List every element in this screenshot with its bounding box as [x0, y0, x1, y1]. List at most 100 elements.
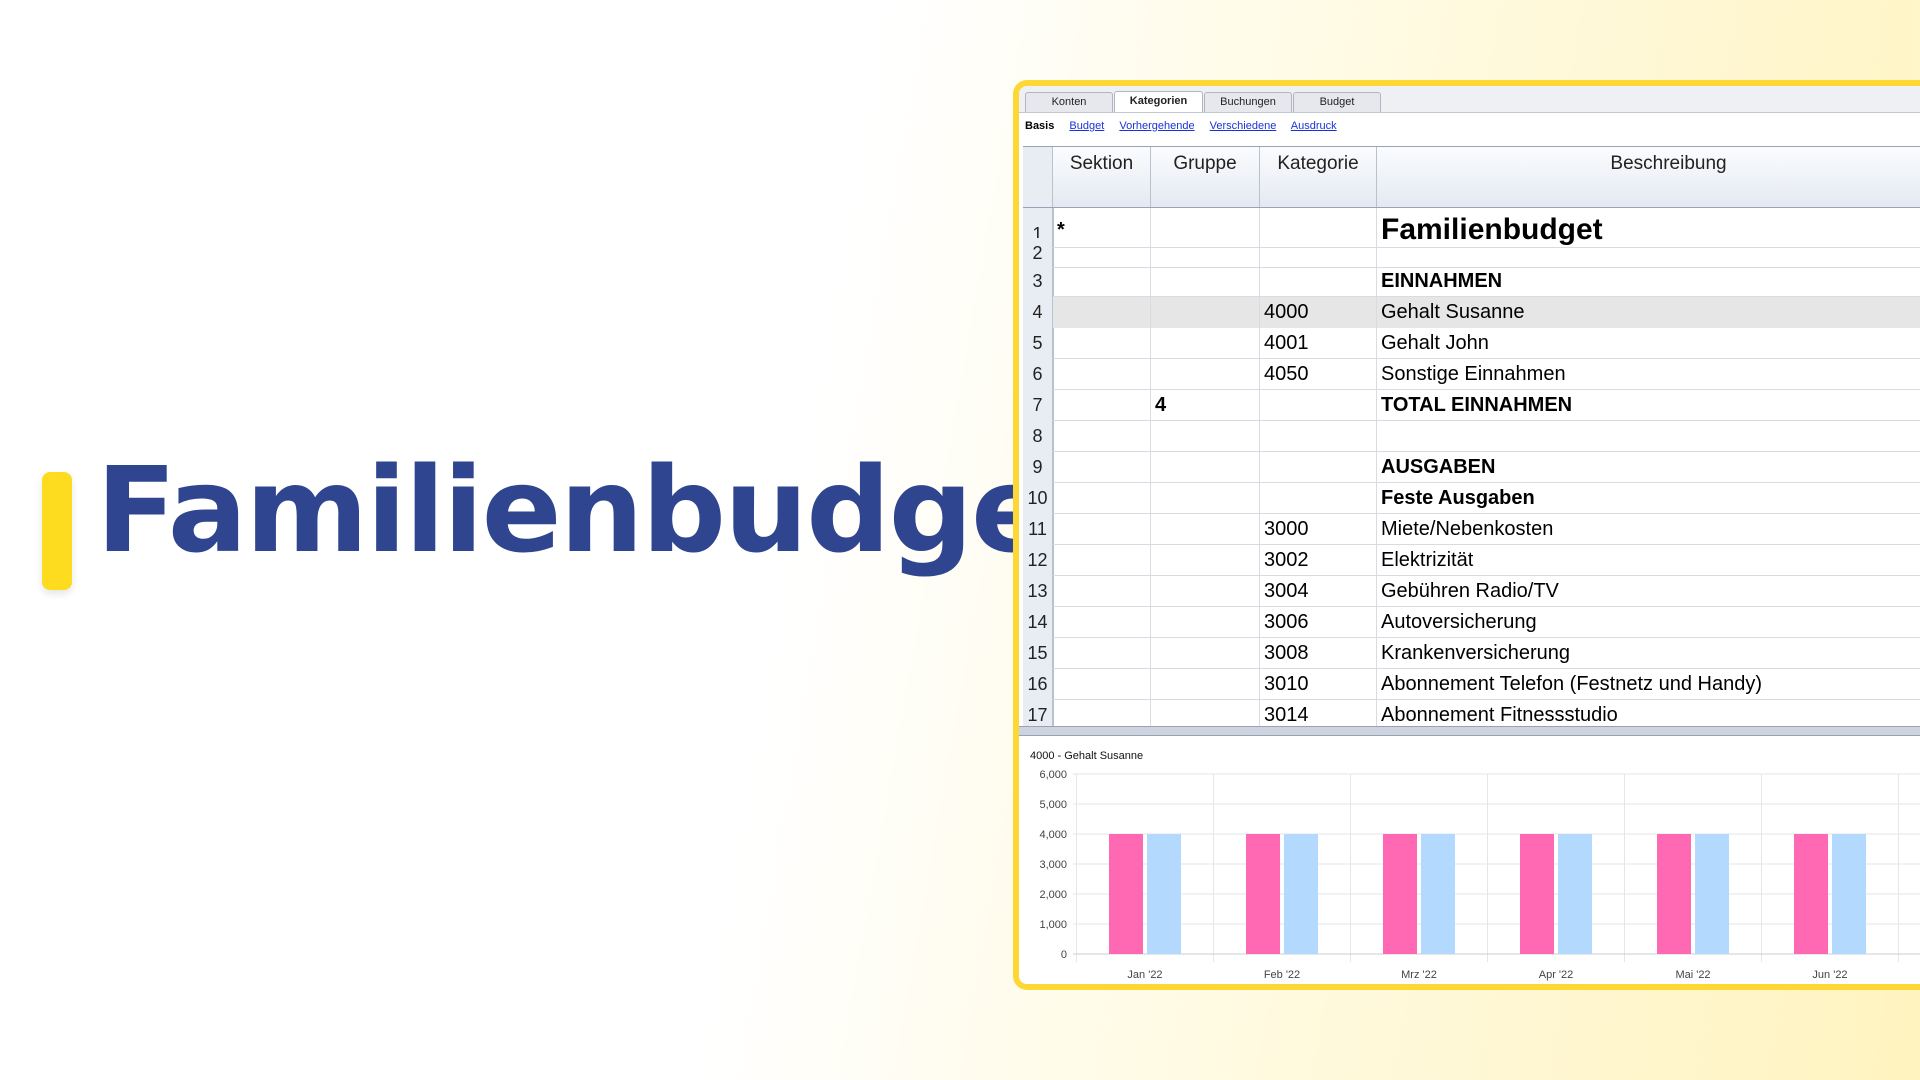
view-basis[interactable]: Basis	[1025, 120, 1054, 132]
cell-gruppe[interactable]	[1151, 266, 1260, 297]
cell-sektion[interactable]	[1053, 607, 1151, 638]
row-number[interactable]: 4	[1023, 297, 1053, 328]
cell-sektion[interactable]	[1053, 266, 1151, 297]
view-link-verschiedene[interactable]: Verschiedene	[1210, 120, 1277, 132]
table-row[interactable]: 9 AUSGABEN	[1023, 452, 1920, 483]
cell-sektion[interactable]	[1053, 421, 1151, 452]
header-gruppe[interactable]: Gruppe	[1151, 147, 1260, 207]
row-number[interactable]: 5	[1023, 328, 1053, 359]
cell-gruppe[interactable]	[1151, 483, 1260, 514]
cell-sektion[interactable]	[1053, 297, 1151, 328]
cell-sektion[interactable]	[1053, 483, 1151, 514]
table-row[interactable]: 10 Feste Ausgaben	[1023, 483, 1920, 514]
cell-kategorie[interactable]: 4001	[1260, 328, 1377, 359]
row-number[interactable]: 16	[1023, 669, 1053, 700]
cell-beschreibung[interactable]: Elektrizität	[1377, 545, 1920, 576]
header-kategorie[interactable]: Kategorie	[1260, 147, 1377, 207]
cell-gruppe[interactable]	[1151, 700, 1260, 727]
cell-gruppe[interactable]	[1151, 452, 1260, 483]
row-number[interactable]: 6	[1023, 359, 1053, 390]
table-row[interactable]: 4 4000 Gehalt Susanne	[1023, 297, 1920, 328]
view-link-ausdruck[interactable]: Ausdruck	[1291, 120, 1337, 132]
table-row[interactable]: 7 4 TOTAL EINNAHMEN	[1023, 390, 1920, 421]
cell-sektion[interactable]	[1053, 545, 1151, 576]
view-link-vorhergehende[interactable]: Vorhergehende	[1119, 120, 1194, 132]
cell-sektion[interactable]	[1053, 452, 1151, 483]
cell-kategorie[interactable]: 3000	[1260, 514, 1377, 545]
row-number[interactable]: 9	[1023, 452, 1053, 483]
cell-gruppe[interactable]	[1151, 328, 1260, 359]
cell-gruppe[interactable]	[1151, 514, 1260, 545]
pane-splitter[interactable]	[1019, 726, 1920, 736]
row-number[interactable]: 14	[1023, 607, 1053, 638]
table-row[interactable]: 5 4001 Gehalt John	[1023, 328, 1920, 359]
table-row[interactable]: 13 3004 Gebühren Radio/TV	[1023, 576, 1920, 607]
cell-kategorie[interactable]	[1260, 452, 1377, 483]
cell-beschreibung[interactable]: Abonnement Telefon (Festnetz und Handy)	[1377, 669, 1920, 700]
cell-beschreibung[interactable]: Autoversicherung	[1377, 607, 1920, 638]
row-number[interactable]: 8	[1023, 421, 1053, 452]
cell-kategorie[interactable]: 3002	[1260, 545, 1377, 576]
cell-gruppe[interactable]	[1151, 607, 1260, 638]
table-row[interactable]: 8	[1023, 421, 1920, 452]
cell-beschreibung[interactable]: Miete/Nebenkosten	[1377, 514, 1920, 545]
cell-sektion[interactable]	[1053, 638, 1151, 669]
cell-gruppe[interactable]	[1151, 359, 1260, 390]
cell-gruppe[interactable]	[1151, 576, 1260, 607]
cell-beschreibung[interactable]: Gehalt Susanne	[1377, 297, 1920, 328]
cell-kategorie[interactable]: 3004	[1260, 576, 1377, 607]
tab-budget[interactable]: Budget	[1293, 92, 1381, 112]
cell-gruppe[interactable]	[1151, 238, 1260, 268]
table-row[interactable]: 16 3010 Abonnement Telefon (Festnetz und H…	[1023, 669, 1920, 700]
row-number[interactable]: 17	[1023, 700, 1053, 727]
cell-kategorie[interactable]	[1260, 421, 1377, 452]
cell-beschreibung[interactable]: EINNAHMEN	[1377, 266, 1920, 297]
table-row[interactable]: 11 3000 Miete/Nebenkosten	[1023, 514, 1920, 545]
cell-beschreibung[interactable]: Abonnement Fitnessstudio	[1377, 700, 1920, 727]
cell-gruppe[interactable]	[1151, 421, 1260, 452]
cell-kategorie[interactable]	[1260, 266, 1377, 297]
cell-kategorie[interactable]: 4050	[1260, 359, 1377, 390]
cell-kategorie[interactable]: 3008	[1260, 638, 1377, 669]
cell-sektion[interactable]	[1053, 514, 1151, 545]
row-number[interactable]: 3	[1023, 266, 1053, 297]
cell-gruppe[interactable]	[1151, 638, 1260, 669]
cell-beschreibung[interactable]: Krankenversicherung	[1377, 638, 1920, 669]
table-row[interactable]: 3 EINNAHMEN	[1023, 266, 1920, 297]
row-number[interactable]: 15	[1023, 638, 1053, 669]
table-row[interactable]: 17 3014 Abonnement Fitnessstudio	[1023, 700, 1920, 727]
cell-sektion[interactable]	[1053, 669, 1151, 700]
cell-gruppe[interactable]	[1151, 669, 1260, 700]
cell-kategorie[interactable]: 4000	[1260, 297, 1377, 328]
header-corner[interactable]	[1023, 147, 1053, 207]
tab-buchungen[interactable]: Buchungen	[1204, 92, 1292, 112]
cell-kategorie[interactable]: 3014	[1260, 700, 1377, 727]
table-row[interactable]: 15 3008 Krankenversicherung	[1023, 638, 1920, 669]
row-number[interactable]: 10	[1023, 483, 1053, 514]
cell-beschreibung[interactable]: Gebühren Radio/TV	[1377, 576, 1920, 607]
cell-kategorie[interactable]: 3010	[1260, 669, 1377, 700]
tab-kategorien[interactable]: Kategorien	[1114, 91, 1203, 112]
row-number[interactable]: 13	[1023, 576, 1053, 607]
cell-sektion[interactable]	[1053, 390, 1151, 421]
cell-beschreibung[interactable]: AUSGABEN	[1377, 452, 1920, 483]
cell-beschreibung[interactable]: Gehalt John	[1377, 328, 1920, 359]
cell-kategorie[interactable]	[1260, 238, 1377, 268]
row-number[interactable]: 12	[1023, 545, 1053, 576]
cell-beschreibung[interactable]: TOTAL EINNAHMEN	[1377, 390, 1920, 421]
cell-gruppe[interactable]	[1151, 545, 1260, 576]
header-beschreibung[interactable]: Beschreibung	[1377, 147, 1920, 207]
row-number[interactable]: 11	[1023, 514, 1053, 545]
view-link-budget[interactable]: Budget	[1069, 120, 1104, 132]
cell-sektion[interactable]	[1053, 700, 1151, 727]
cell-gruppe[interactable]: 4	[1151, 390, 1260, 421]
cell-sektion[interactable]	[1053, 238, 1151, 268]
cell-beschreibung[interactable]	[1377, 421, 1920, 452]
table-row[interactable]: 12 3002 Elektrizität	[1023, 545, 1920, 576]
cell-sektion[interactable]	[1053, 328, 1151, 359]
table-row[interactable]: 6 4050 Sonstige Einnahmen	[1023, 359, 1920, 390]
row-number[interactable]: 7	[1023, 390, 1053, 421]
cell-beschreibung[interactable]	[1377, 238, 1920, 268]
table-row[interactable]: 14 3006 Autoversicherung	[1023, 607, 1920, 638]
cell-gruppe[interactable]	[1151, 297, 1260, 328]
